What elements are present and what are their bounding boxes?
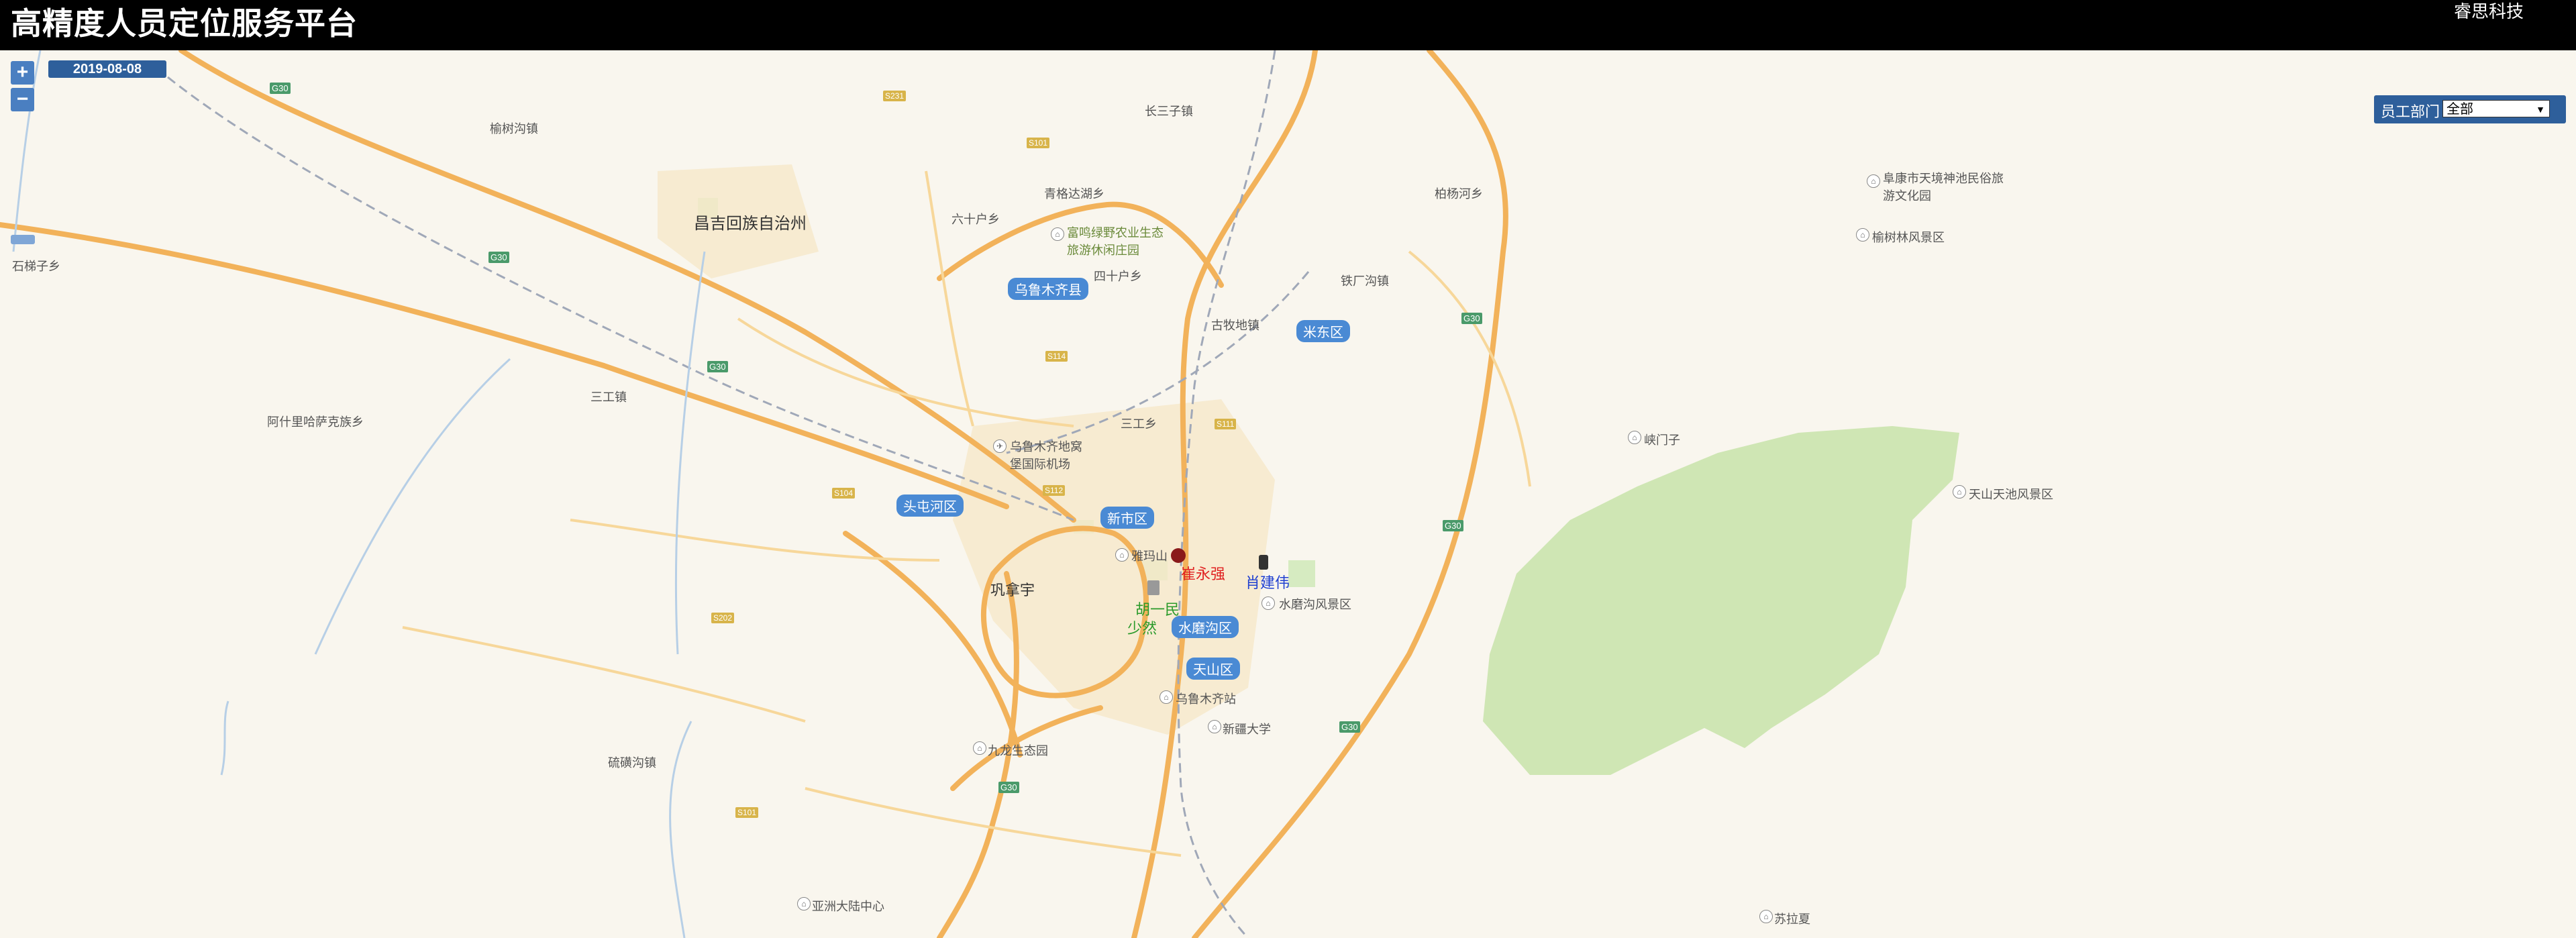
department-filter-label: 员工部门 bbox=[2381, 103, 2440, 120]
map-label: 巩拿宇 bbox=[990, 582, 1035, 598]
provincial-road-shield: S231 bbox=[883, 91, 907, 101]
poi-icon: ⌂ bbox=[1261, 596, 1275, 610]
page-title: 高精度人员定位服务平台 bbox=[11, 5, 358, 42]
map-label: 三工镇 bbox=[590, 390, 627, 404]
map-label: 榆树林风景区 bbox=[1872, 231, 1945, 244]
map-label: 古牧地镇 bbox=[1211, 319, 1259, 332]
district-label: 水磨沟区 bbox=[1172, 616, 1239, 638]
map-label: 三工乡 bbox=[1121, 417, 1157, 431]
highway-shield: G30 bbox=[1461, 313, 1482, 324]
poi-icon: ⌂ bbox=[1051, 227, 1064, 241]
district-label: 头屯河区 bbox=[896, 494, 964, 517]
map-label: 乌鲁木齐站 bbox=[1176, 692, 1236, 706]
department-select-value: 全部 bbox=[2446, 102, 2473, 117]
zoom-out-button[interactable]: − bbox=[11, 88, 34, 111]
map-label: 新疆大学 bbox=[1223, 723, 1271, 736]
map-label: 富鸣绿野农业生态旅游休闲庄园 bbox=[1067, 226, 1164, 257]
date-display[interactable]: 2019-08-08 bbox=[48, 60, 166, 78]
provincial-road-shield: S112 bbox=[1043, 485, 1066, 496]
poi-icon: ⌂ bbox=[1953, 485, 1966, 499]
provincial-road-shield: S202 bbox=[711, 613, 735, 623]
district-label: 新市区 bbox=[1100, 507, 1154, 529]
highway-shield: G30 bbox=[707, 361, 728, 372]
map-label: 九龙生态园 bbox=[988, 744, 1048, 758]
map-base-layer bbox=[0, 50, 1959, 938]
district-label: 天山区 bbox=[1186, 658, 1240, 680]
map-canvas[interactable]: + − 昌吉回族自治州 榆树沟镇 六十户乡 青格达湖乡 长三子镇 柏杨河乡 三工… bbox=[0, 50, 2576, 938]
provincial-road-shield: S101 bbox=[1027, 138, 1050, 148]
map-label: 水磨沟风景区 bbox=[1279, 598, 1351, 611]
provincial-road-shield: S104 bbox=[832, 488, 856, 499]
district-label: 乌鲁木齐县 bbox=[1008, 278, 1088, 300]
poi-icon: ⌂ bbox=[1628, 431, 1641, 444]
map-label: 阿什里哈萨克族乡 bbox=[267, 415, 364, 429]
department-select[interactable]: 全部 ▼ bbox=[2442, 100, 2550, 117]
map-label: 阜康市天境神池民俗旅游文化园 bbox=[1883, 172, 2004, 203]
map-label: 铁厂沟镇 bbox=[1341, 274, 1389, 288]
app-header: 高精度人员定位服务平台 睿思科技 bbox=[0, 0, 2576, 50]
provincial-road-shield: S101 bbox=[735, 807, 759, 818]
poi-icon: ⌂ bbox=[1759, 910, 1773, 923]
poi-icon: ⌂ bbox=[1867, 174, 1880, 188]
map-label: 雅玛山 bbox=[1131, 550, 1168, 563]
poi-icon: ⌂ bbox=[1208, 720, 1221, 733]
person-label-xiaojianwei[interactable]: 肖建伟 bbox=[1245, 571, 1290, 592]
provincial-road-shield: S111 bbox=[1215, 419, 1237, 429]
map-label: 苏拉夏 bbox=[1774, 913, 1810, 926]
highway-shield: G30 bbox=[488, 252, 509, 263]
phone-icon[interactable] bbox=[1259, 555, 1268, 570]
airport-label: 乌鲁木齐地窝堡国际机场 bbox=[1010, 440, 1082, 471]
map-label: 天山天池风景区 bbox=[1969, 488, 2053, 501]
device-icon[interactable] bbox=[1147, 580, 1160, 595]
highway-shield: G30 bbox=[998, 782, 1019, 793]
person-avatar-icon[interactable] bbox=[1171, 548, 1186, 563]
map-label: 硫磺沟镇 bbox=[608, 756, 656, 770]
map-label: 昌吉回族自治州 bbox=[694, 215, 807, 233]
poi-icon: ⌂ bbox=[797, 897, 811, 910]
person-label-shaoran[interactable]: 少然 bbox=[1127, 617, 1157, 638]
map-label: 长三子镇 bbox=[1145, 105, 1193, 118]
map-label: 青格达湖乡 bbox=[1044, 187, 1104, 201]
zoom-in-button[interactable]: + bbox=[11, 61, 34, 85]
zoom-slider-handle[interactable] bbox=[11, 235, 35, 244]
provincial-road-shield: S114 bbox=[1045, 351, 1068, 362]
highway-shield: G30 bbox=[1443, 520, 1463, 531]
poi-icon: ⌂ bbox=[1856, 228, 1869, 242]
highway-shield: G30 bbox=[270, 83, 291, 94]
airport-icon: ✈ bbox=[993, 439, 1007, 453]
map-label: 榆树沟镇 bbox=[490, 122, 538, 136]
map-label: 亚洲大陆中心 bbox=[812, 900, 884, 913]
poi-icon: ⌂ bbox=[1115, 548, 1129, 562]
person-label-cuiyongqiang[interactable]: 崔永强 bbox=[1181, 562, 1225, 584]
highway-shield: G30 bbox=[1339, 721, 1360, 733]
company-logo: 睿思科技 bbox=[2453, 1, 2524, 21]
department-filter: 员工部门 全部 ▼ bbox=[2374, 95, 2566, 123]
poi-icon: ⌂ bbox=[973, 741, 986, 755]
map-label: 柏杨河乡 bbox=[1435, 187, 1483, 201]
chevron-down-icon: ▼ bbox=[2536, 104, 2545, 115]
map-label: 石梯子乡 bbox=[12, 260, 60, 273]
map-label: 六十户乡 bbox=[951, 213, 1000, 226]
district-label: 米东区 bbox=[1296, 320, 1350, 342]
map-label: 峡门子 bbox=[1644, 433, 1680, 447]
map-label: 四十户乡 bbox=[1094, 270, 1142, 283]
poi-icon: ⌂ bbox=[1160, 690, 1173, 704]
